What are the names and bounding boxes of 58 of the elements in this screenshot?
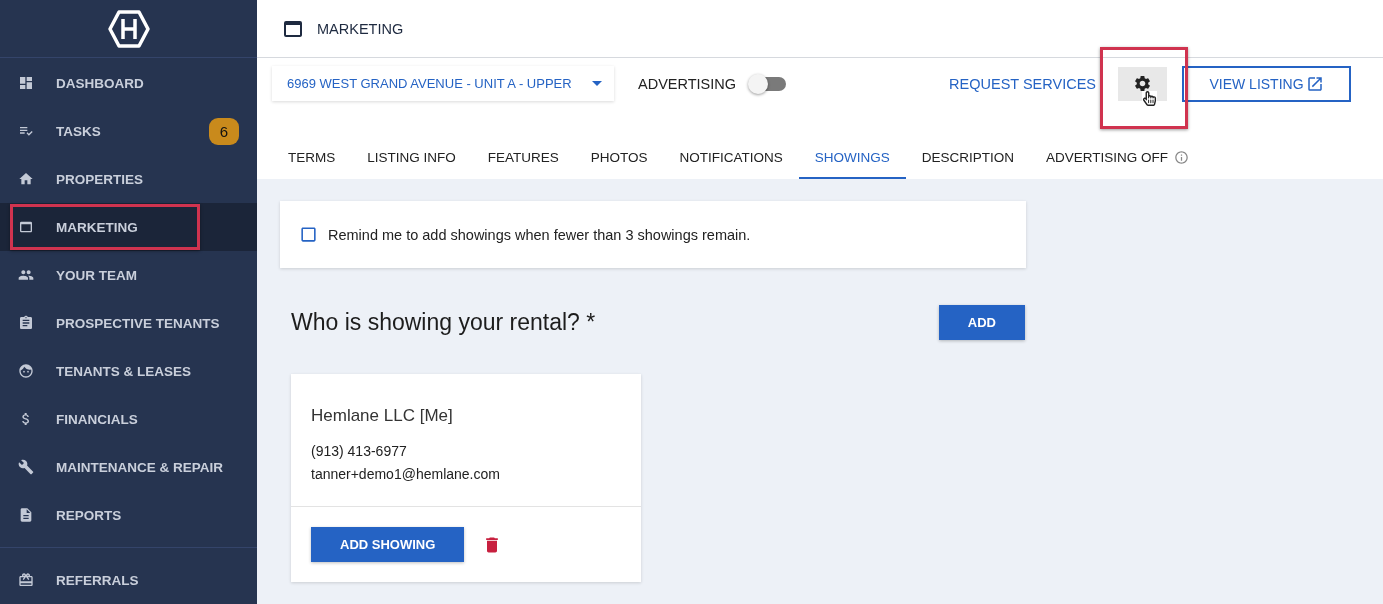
sidebar-label: PROSPECTIVE TENANTS xyxy=(56,315,221,331)
sidebar-item[interactable]: MARKETING xyxy=(0,203,257,251)
tab[interactable]: PHOTOS xyxy=(574,141,664,179)
people-icon xyxy=(18,267,34,283)
sidebar-label: PROPERTIES xyxy=(56,171,145,187)
sidebar-label: MAINTENANCE & REPAIR xyxy=(56,459,224,475)
sidebar-label: MARKETING xyxy=(56,219,139,235)
browser-window-icon xyxy=(18,219,34,235)
sidebar-label: REPORTS xyxy=(56,507,123,523)
tab[interactable]: SHOWINGS xyxy=(798,141,906,179)
wrench-icon xyxy=(18,459,34,475)
settings-icon xyxy=(1133,74,1152,93)
add-showing-button[interactable]: ADD SHOWING xyxy=(311,527,465,562)
sidebar-item[interactable]: REPORTS xyxy=(0,491,257,539)
external-link-icon xyxy=(1305,74,1324,93)
home-icon xyxy=(18,171,34,187)
tab[interactable]: FEATURES xyxy=(471,141,575,179)
tab[interactable]: ADVERTISING OFF xyxy=(1030,141,1206,179)
sidebar-item[interactable]: REFERRALS xyxy=(0,556,257,604)
gift-card-icon xyxy=(18,572,34,588)
sidebar-label: REFERRALS xyxy=(56,572,140,588)
sidebar-label: TENANTS & LEASES xyxy=(56,363,192,379)
checkbox[interactable] xyxy=(299,225,318,244)
section-heading: Who is showing your rental? * xyxy=(291,309,596,336)
page-title: MARKETING xyxy=(317,20,404,37)
clipboard-icon xyxy=(18,315,34,331)
dashboard-icon xyxy=(18,75,34,91)
sidebar-item[interactable]: DASHBOARD xyxy=(0,59,257,107)
sidebar-label: TASKS xyxy=(56,123,102,139)
advertising-label: ADVERTISING xyxy=(638,75,737,92)
view-listing-button[interactable]: VIEW LISTING xyxy=(1182,65,1351,102)
settings-button[interactable] xyxy=(1118,66,1167,101)
tab[interactable]: DESCRIPTION xyxy=(905,141,1031,179)
property-dropdown[interactable]: 6969 WEST GRAND AVENUE - UNIT A - UPPER xyxy=(272,66,614,101)
logo-icon xyxy=(107,9,150,48)
sidebar-label: FINANCIALS xyxy=(56,411,139,427)
sidebar-item[interactable]: FINANCIALS xyxy=(0,395,257,443)
sidebar-item[interactable]: TASKS 6 xyxy=(0,107,257,155)
face-icon xyxy=(18,363,34,379)
tab[interactable]: NOTIFICATIONS xyxy=(663,141,799,179)
sidebar-item[interactable]: MAINTENANCE & REPAIR xyxy=(0,443,257,491)
tab[interactable]: TERMS xyxy=(272,141,352,179)
add-button[interactable]: ADD xyxy=(938,305,1025,340)
agent-email: tanner+demo1@hemlane.com xyxy=(311,465,501,484)
sidebar-label: DASHBOARD xyxy=(56,75,145,91)
checkbox-label: Remind me to add showings when fewer than 3 showings remain. xyxy=(328,226,751,243)
sidebar-item[interactable]: PROSPECTIVE TENANTS xyxy=(0,299,257,347)
sidebar-item[interactable]: TENANTS & LEASES xyxy=(0,347,257,395)
sidebar-label: YOUR TEAM xyxy=(56,267,138,283)
agent-phone: (913) 413-6977 xyxy=(311,442,408,461)
request-services-link[interactable]: REQUEST SERVICES xyxy=(949,75,1096,92)
tab[interactable]: LISTING INFO xyxy=(351,141,472,179)
sidebar-item[interactable]: PROPERTIES xyxy=(0,155,257,203)
agent-name: Hemlane LLC [Me] xyxy=(311,406,454,426)
count-badge: 6 xyxy=(208,117,239,145)
sidebar-item[interactable]: YOUR TEAM xyxy=(0,251,257,299)
document-icon xyxy=(18,507,34,523)
caret-icon xyxy=(592,81,602,86)
